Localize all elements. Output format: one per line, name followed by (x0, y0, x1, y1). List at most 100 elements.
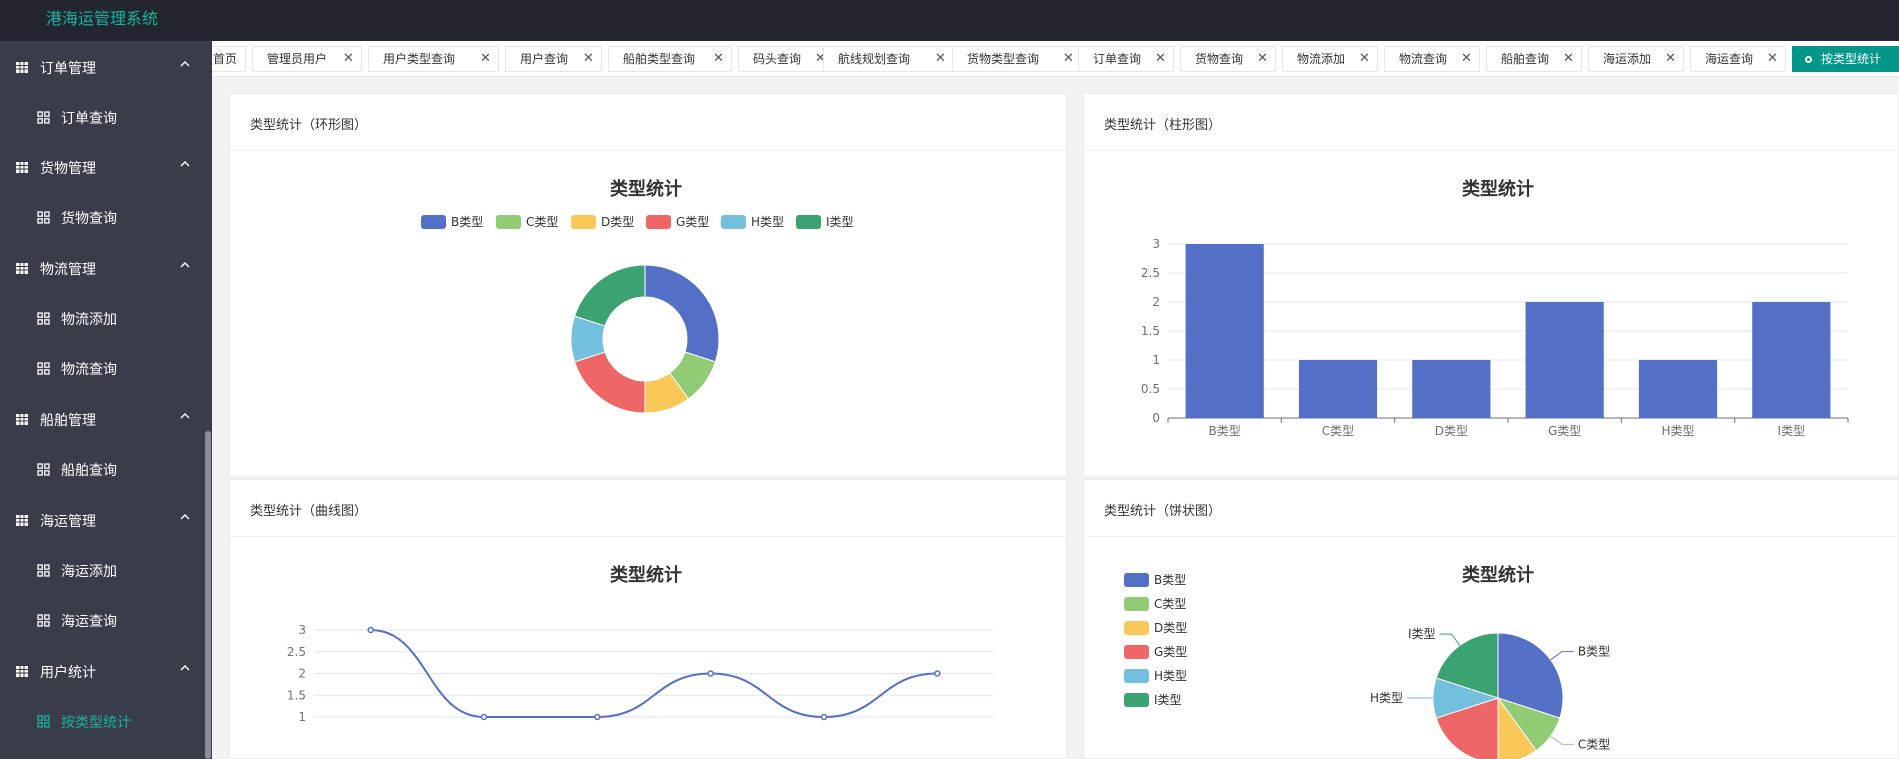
sidebar-item-ship-query[interactable]: 船舶查询 (0, 445, 212, 495)
tab-shipping-add[interactable]: 海运添加 ✕ (1588, 46, 1684, 72)
tab-label: 用户查询 (520, 52, 569, 66)
donut-slice (573, 351, 646, 414)
chevron-up-icon (180, 412, 190, 419)
line-point (594, 713, 601, 721)
legend-label: H类型 (751, 215, 784, 229)
y-tick-label: 3 (1152, 237, 1160, 251)
close-icon[interactable]: ✕ (583, 47, 594, 71)
apps-icon (37, 564, 50, 577)
bar (1638, 360, 1718, 418)
sidebar-group-ship[interactable]: 船舶管理 (0, 395, 212, 445)
y-tick-label: 0.5 (1141, 382, 1160, 396)
sidebar-item-logistics-query[interactable]: 物流查询 (0, 344, 212, 394)
sidebar-group-logistics[interactable]: 物流管理 (0, 244, 212, 294)
pie-label-line (1439, 633, 1461, 646)
sidebar-group-user-stats[interactable]: 用户统计 (0, 647, 212, 697)
line-point (480, 713, 488, 721)
tab-label: 航线规划查询 (838, 52, 911, 66)
sidebar-group-cargo[interactable]: 货物管理 (0, 143, 212, 193)
bar (1185, 244, 1264, 418)
legend-swatch (1124, 645, 1149, 659)
apps-icon (37, 111, 50, 124)
tab-order-query[interactable]: 订单查询 ✕ (1078, 46, 1174, 72)
tab-logistics-add[interactable]: 物流添加 ✕ (1282, 46, 1378, 72)
y-tick-label: 2 (298, 667, 306, 681)
chart-title: 类型统计 (610, 178, 682, 200)
sidebar-item-label: 货物查询 (61, 211, 117, 227)
close-icon[interactable]: ✕ (1359, 47, 1370, 71)
tab-route-query[interactable]: 航线规划查询 ✕ (823, 46, 954, 72)
x-tick-label: G类型 (1548, 424, 1581, 438)
card-donut-chart: 类型统计（环形图） 类型统计 B类型 C类型 D类型 G类型 H类型 I类型 (229, 93, 1067, 477)
legend-label: B类型 (1154, 573, 1186, 587)
close-icon[interactable]: ✕ (713, 47, 724, 71)
legend-swatch (721, 215, 746, 229)
line-chart: 类型统计 1 1.5 2 2.5 3 (287, 564, 994, 724)
sidebar-item-cargo-query[interactable]: 货物查询 (0, 193, 212, 243)
sidebar-item-type-stats[interactable]: 按类型统计 (0, 697, 212, 747)
legend-label: G类型 (1154, 645, 1187, 659)
tab-logistics-query[interactable]: 物流查询 ✕ (1384, 46, 1480, 72)
sidebar-item-label: 海运查询 (61, 614, 117, 630)
tab-user-query[interactable]: 用户查询 ✕ (505, 46, 602, 72)
chevron-up-icon (180, 60, 190, 67)
close-icon[interactable]: ✕ (480, 47, 491, 71)
legend-label: B类型 (451, 215, 483, 229)
tab-label: 管理员用户 (267, 52, 328, 66)
close-icon[interactable]: ✕ (1665, 47, 1676, 71)
tab-cargo-type-query[interactable]: 货物类型查询 ✕ (952, 46, 1082, 72)
y-tick-label: 1.5 (1141, 324, 1160, 338)
sidebar-item-label: 物流添加 (61, 312, 117, 328)
tab-admin-users[interactable]: 管理员用户 ✕ (252, 46, 362, 72)
chevron-up-icon (180, 664, 190, 671)
tab-label: 码头查询 (753, 52, 802, 66)
tab-cargo-query[interactable]: 货物查询 ✕ (1180, 46, 1276, 72)
sidebar-item-order-query[interactable]: 订单查询 (0, 93, 212, 143)
tab-user-type-query[interactable]: 用户类型查询 ✕ (368, 46, 499, 72)
sidebar-group-shipping[interactable]: 海运管理 (0, 496, 212, 546)
tab-ship-query[interactable]: 船舶查询 ✕ (1486, 46, 1582, 72)
close-icon[interactable]: ✕ (1257, 47, 1268, 71)
chart-title: 类型统计 (1462, 178, 1534, 200)
close-icon[interactable]: ✕ (1155, 47, 1166, 71)
tab-ship-type-query[interactable]: 船舶类型查询 ✕ (608, 46, 732, 72)
app-title: 港海运管理系统 (46, 9, 159, 28)
tab-dock-query[interactable]: 码头查询 ✕ (738, 46, 834, 72)
sidebar-group-label: 订单管理 (40, 61, 96, 77)
sidebar-item-label: 海运添加 (61, 564, 117, 580)
close-icon[interactable]: ✕ (1767, 47, 1778, 71)
card-header: 类型统计（饼状图） (1084, 480, 1898, 537)
tab-label: 订单查询 (1093, 52, 1142, 66)
close-icon[interactable]: ✕ (1461, 47, 1472, 71)
close-icon[interactable]: ✕ (1563, 47, 1574, 71)
y-tick-label: 1 (1152, 353, 1160, 367)
apps-icon (37, 211, 50, 224)
tab-label: 物流添加 (1297, 52, 1346, 66)
chart-title: 类型统计 (1462, 564, 1534, 586)
sidebar-item-label: 按类型统计 (61, 715, 131, 731)
table-icon (16, 666, 28, 677)
sidebar-scrollbar[interactable] (205, 431, 211, 759)
sidebar-group-label: 海运管理 (40, 514, 96, 530)
close-icon[interactable]: ✕ (935, 47, 946, 71)
chart-title: 类型统计 (610, 564, 682, 586)
card-title: 类型统计（饼状图） (1104, 504, 1222, 519)
tab-shipping-query[interactable]: 海运查询 ✕ (1690, 46, 1786, 72)
legend-label: I类型 (1154, 693, 1182, 707)
x-tick-label: C类型 (1322, 424, 1354, 438)
close-icon[interactable]: ✕ (1063, 47, 1074, 71)
active-dot-icon (1805, 56, 1812, 63)
tab-home[interactable]: 首页 (212, 46, 246, 72)
card-title: 类型统计（曲线图） (250, 504, 368, 519)
sidebar-item-shipping-query[interactable]: 海运查询 (0, 596, 212, 646)
card-title: 类型统计（柱形图） (1104, 118, 1222, 133)
tab-label: 船舶查询 (1501, 52, 1550, 66)
sidebar-item-logistics-add[interactable]: 物流添加 (0, 294, 212, 344)
tab-label: 物流查询 (1399, 52, 1448, 66)
card-header: 类型统计（曲线图） (230, 480, 1066, 537)
close-icon[interactable]: ✕ (343, 47, 354, 71)
tab-type-stats[interactable]: 按类型统计 (1792, 46, 1899, 72)
sidebar-item-shipping-add[interactable]: 海运添加 (0, 546, 212, 596)
sidebar-group-order[interactable]: 订单管理 (0, 43, 212, 93)
card-header: 类型统计（环形图） (230, 94, 1066, 151)
